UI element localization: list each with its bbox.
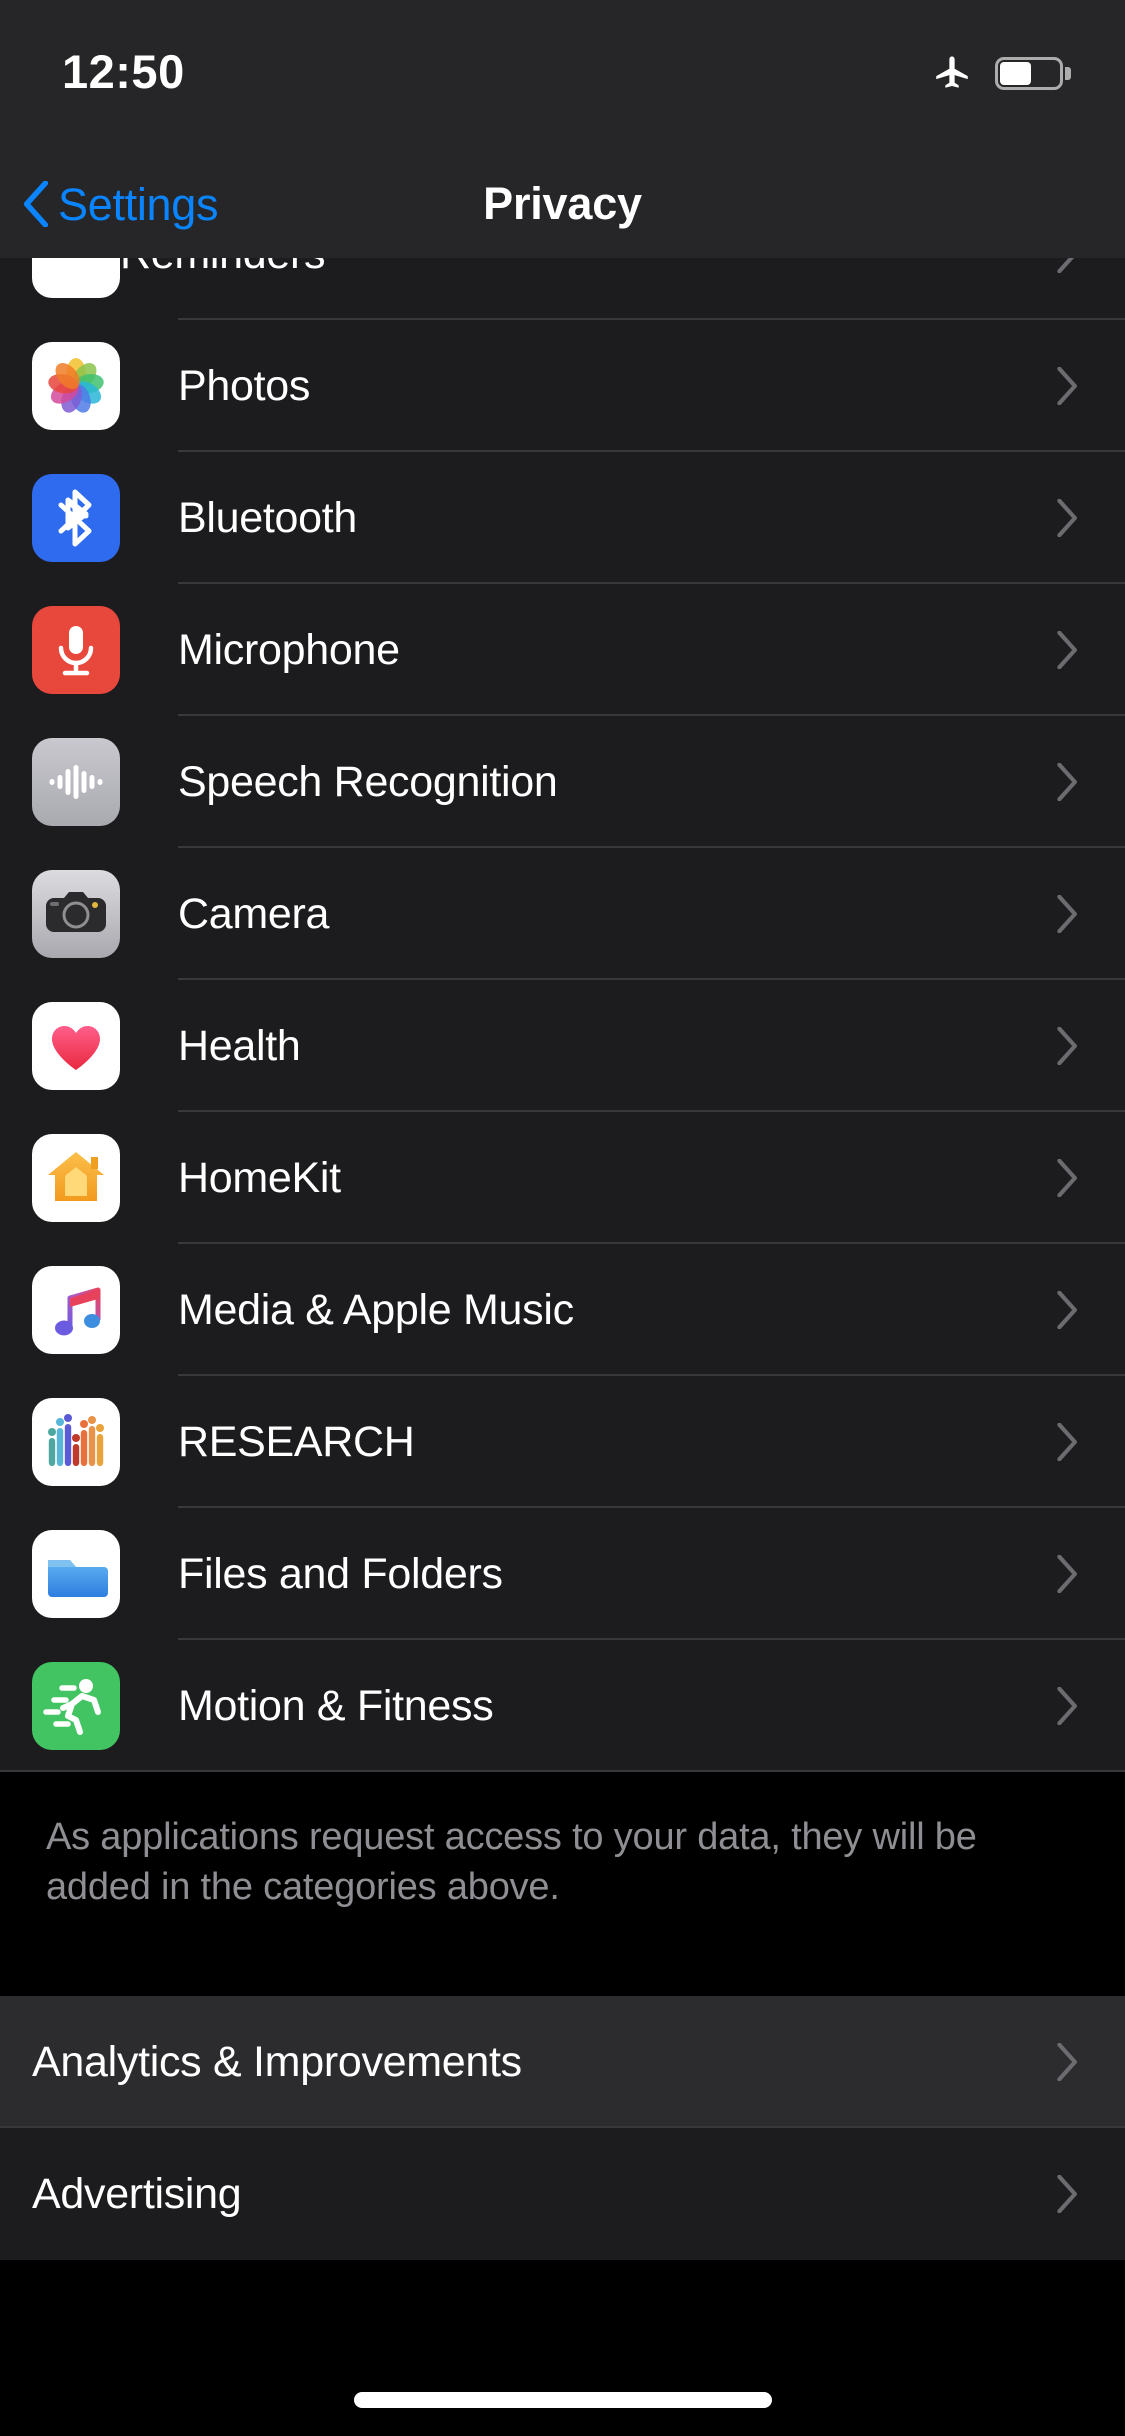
list-item[interactable]: Reminders xyxy=(0,258,1125,320)
chevron-right-icon xyxy=(1057,1423,1077,1461)
list-item-label: Bluetooth xyxy=(178,493,358,542)
status-bar: 12:50 xyxy=(0,0,1125,150)
chevron-right-icon xyxy=(1057,895,1077,933)
chevron-left-icon xyxy=(23,181,48,227)
chevron-right-icon xyxy=(1057,2043,1077,2082)
footer-note: As applications request access to your d… xyxy=(0,1772,1125,1941)
list-item[interactable]: Media & Apple Music xyxy=(0,1244,1125,1376)
speech-icon xyxy=(32,738,120,826)
list-item-label: Advertising xyxy=(32,2169,242,2218)
photos-icon xyxy=(32,342,120,430)
list-item-label: Motion & Fitness xyxy=(178,1681,494,1730)
list-item-label: Photos xyxy=(178,361,311,410)
iphone-screen: 12:50 Settings Privacy Photos Bluetooth … xyxy=(0,0,1125,2436)
settings-scroll-view[interactable]: Reminders Photos Bluetooth Microphone Speec… xyxy=(0,258,1125,2436)
bluetooth-icon xyxy=(32,474,120,562)
list-item[interactable]: Photos xyxy=(0,320,1125,452)
research-icon xyxy=(32,1398,120,1486)
home-indicator[interactable] xyxy=(353,2392,772,2408)
status-bar-clock: 12:50 xyxy=(62,45,185,98)
partial-row-reminders[interactable]: Reminders xyxy=(0,258,1125,320)
music-icon xyxy=(32,1266,120,1354)
battery-icon xyxy=(995,56,1071,90)
chevron-right-icon xyxy=(1057,499,1077,537)
privacy-settings-list: Analytics & Improvements Advertising xyxy=(0,1996,1125,2261)
list-item[interactable]: RESEARCH xyxy=(0,1376,1125,1508)
list-item[interactable]: Camera xyxy=(0,848,1125,980)
files-icon xyxy=(32,1530,120,1618)
list-item[interactable]: Advertising xyxy=(0,2128,1125,2261)
list-item[interactable]: Files and Folders xyxy=(0,1508,1125,1640)
list-item-label: Reminders xyxy=(120,258,326,276)
chevron-right-icon xyxy=(1057,1291,1077,1329)
chevron-right-icon xyxy=(1057,1555,1077,1593)
chevron-right-icon xyxy=(1057,2175,1077,2214)
list-item-label: Media & Apple Music xyxy=(178,1285,574,1334)
list-item[interactable]: Speech Recognition xyxy=(0,716,1125,848)
chevron-right-icon xyxy=(1057,631,1077,669)
microphone-icon xyxy=(32,606,120,694)
footer-note-text: As applications request access to your d… xyxy=(46,1816,977,1909)
list-item[interactable]: Microphone xyxy=(0,584,1125,716)
list-item-label: Health xyxy=(178,1021,301,1070)
camera-icon xyxy=(32,870,120,958)
list-item[interactable]: HomeKit xyxy=(0,1112,1125,1244)
list-item-label: Speech Recognition xyxy=(178,757,558,806)
chevron-right-icon xyxy=(1057,1159,1077,1197)
list-item-label: Microphone xyxy=(178,625,400,674)
list-item-label: HomeKit xyxy=(178,1153,341,1202)
navigation-bar: Settings Privacy xyxy=(0,150,1125,258)
section-gap xyxy=(0,1940,1125,1997)
list-item-label: Analytics & Improvements xyxy=(32,2037,522,2086)
list-item-label: RESEARCH xyxy=(178,1417,415,1466)
list-item[interactable]: Health xyxy=(0,980,1125,1112)
airplane-icon xyxy=(936,56,968,88)
health-icon xyxy=(32,1002,120,1090)
permissions-list: Photos Bluetooth Microphone Speech Recognit… xyxy=(0,320,1125,1772)
reminders-icon xyxy=(32,258,120,298)
back-button-label: Settings xyxy=(58,178,219,230)
list-item-label: Files and Folders xyxy=(178,1549,503,1598)
chevron-right-icon xyxy=(1057,1687,1077,1725)
status-bar-indicators xyxy=(931,48,1071,94)
list-item[interactable]: Bluetooth xyxy=(0,452,1125,584)
chevron-right-icon xyxy=(1057,258,1075,273)
separator xyxy=(0,1770,1125,1772)
chevron-right-icon xyxy=(1057,1027,1077,1065)
list-item[interactable]: Analytics & Improvements xyxy=(0,1996,1125,2129)
chevron-right-icon xyxy=(1057,763,1077,801)
chevron-right-icon xyxy=(1057,367,1077,405)
motion-icon xyxy=(32,1662,120,1750)
homekit-icon xyxy=(32,1134,120,1222)
list-item-label: Camera xyxy=(178,889,330,938)
back-button[interactable]: Settings xyxy=(22,178,219,230)
list-item[interactable]: Motion & Fitness xyxy=(0,1640,1125,1772)
